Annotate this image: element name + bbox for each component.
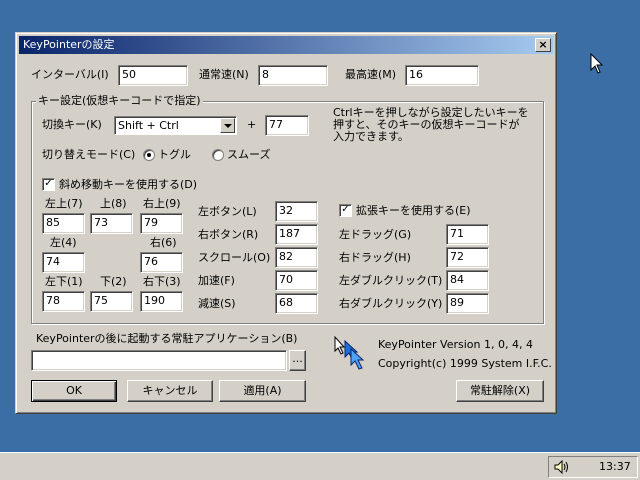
down-right-label: 右下(3) bbox=[143, 275, 181, 288]
down-label: 下(2) bbox=[100, 275, 127, 288]
system-tray: 13:37 bbox=[548, 456, 638, 478]
unload-button[interactable]: 常駐解除(X) bbox=[456, 380, 544, 402]
key-settings-group-title: キー設定(仮想キーコードで指定) bbox=[36, 94, 203, 108]
taskbar: 13:37 bbox=[0, 452, 640, 480]
resident-app-label: KeyPointerの後に起動する常駐アプリケーション(B) bbox=[36, 332, 298, 345]
up-right-label: 右上(9) bbox=[143, 197, 181, 210]
ext-label[interactable]: 拡張キーを使用する(E) bbox=[356, 204, 471, 218]
up-left-input[interactable]: 85 bbox=[42, 213, 85, 234]
down-left-input[interactable]: 78 bbox=[42, 291, 85, 312]
left-button-input[interactable]: 32 bbox=[275, 201, 318, 222]
down-left-label: 左下(1) bbox=[45, 275, 83, 288]
chevron-down-icon[interactable] bbox=[220, 118, 235, 133]
left-input[interactable]: 74 bbox=[42, 252, 85, 273]
version-text: KeyPointer Version 1, 0, 4, 4 bbox=[378, 338, 533, 351]
right-input[interactable]: 76 bbox=[140, 252, 183, 273]
down-right-input[interactable]: 190 bbox=[140, 291, 183, 312]
right-dblclick-label: 右ダブルクリック(Y) bbox=[339, 297, 443, 310]
toggle-key-value: Shift + Ctrl bbox=[118, 119, 179, 132]
diagonal-label[interactable]: 斜め移動キーを使用する(D) bbox=[59, 178, 197, 192]
up-left-label: 左上(7) bbox=[45, 197, 83, 210]
right-button-label: 右ボタン(R) bbox=[198, 228, 259, 241]
interval-input[interactable]: 50 bbox=[118, 65, 188, 86]
close-button[interactable]: × bbox=[535, 38, 551, 52]
speaker-icon[interactable] bbox=[554, 460, 570, 474]
scroll-input[interactable]: 82 bbox=[275, 247, 318, 268]
decel-label: 減速(S) bbox=[198, 297, 236, 310]
accel-label: 加速(F) bbox=[198, 274, 235, 287]
max-speed-label: 最高速(M) bbox=[345, 68, 397, 81]
resident-app-input[interactable] bbox=[31, 350, 287, 371]
left-dblclick-label: 左ダブルクリック(T) bbox=[339, 274, 443, 287]
toggle-key-label: 切換キー(K) bbox=[42, 118, 102, 131]
cancel-button[interactable]: キャンセル bbox=[127, 380, 213, 402]
up-input[interactable]: 73 bbox=[90, 213, 133, 234]
scroll-label: スクロール(O) bbox=[198, 251, 271, 264]
mode-label: 切り替えモード(C) bbox=[42, 148, 136, 161]
radio-selected-dot bbox=[147, 153, 151, 157]
right-drag-input[interactable]: 72 bbox=[446, 247, 489, 268]
left-label: 左(4) bbox=[50, 236, 77, 249]
toggle-key-code-input[interactable]: 77 bbox=[265, 115, 309, 136]
copyright-text: Copyright(c) 1999 System I.F.C. bbox=[378, 357, 552, 370]
apply-button[interactable]: 適用(A) bbox=[219, 380, 306, 402]
mode-smooth-radio[interactable] bbox=[212, 149, 224, 161]
left-dblclick-input[interactable]: 84 bbox=[446, 270, 489, 291]
title-bar[interactable]: KeyPointerの設定 × bbox=[19, 36, 553, 54]
left-drag-label: 左ドラッグ(G) bbox=[339, 228, 412, 241]
decel-input[interactable]: 68 bbox=[275, 293, 318, 314]
right-dblclick-input[interactable]: 89 bbox=[446, 293, 489, 314]
down-input[interactable]: 75 bbox=[90, 291, 133, 312]
clock[interactable]: 13:37 bbox=[599, 460, 631, 474]
plus-sign: + bbox=[247, 118, 257, 131]
window-title: KeyPointerの設定 bbox=[23, 38, 115, 51]
normal-speed-label: 通常速(N) bbox=[199, 68, 249, 81]
left-button-label: 左ボタン(L) bbox=[198, 205, 257, 218]
up-label: 上(8) bbox=[100, 197, 127, 210]
toggle-key-select[interactable]: Shift + Ctrl bbox=[114, 116, 237, 135]
mode-smooth-label[interactable]: スムーズ bbox=[227, 148, 270, 162]
diagonal-checkbox[interactable]: ✓ bbox=[42, 178, 55, 191]
left-drag-input[interactable]: 71 bbox=[446, 224, 489, 245]
accel-input[interactable]: 70 bbox=[275, 270, 318, 291]
close-icon: × bbox=[538, 38, 548, 51]
max-speed-input[interactable]: 16 bbox=[405, 65, 479, 86]
right-button-input[interactable]: 187 bbox=[275, 224, 318, 245]
ok-button[interactable]: OK bbox=[31, 380, 117, 402]
right-drag-label: 右ドラッグ(H) bbox=[339, 251, 411, 264]
browse-button[interactable]: ... bbox=[289, 350, 306, 371]
ext-checkbox[interactable]: ✓ bbox=[339, 204, 352, 217]
mode-toggle-radio[interactable] bbox=[143, 149, 155, 161]
mode-toggle-label[interactable]: トグル bbox=[158, 148, 191, 162]
normal-speed-input[interactable]: 8 bbox=[258, 65, 328, 86]
hint-line-3: 入力できます。 bbox=[333, 130, 409, 143]
up-right-input[interactable]: 79 bbox=[140, 213, 183, 234]
keypointer-logo-icon bbox=[334, 335, 365, 370]
mouse-cursor-icon bbox=[590, 53, 604, 74]
right-label: 右(6) bbox=[150, 236, 177, 249]
interval-label: インターバル(I) bbox=[31, 68, 109, 81]
